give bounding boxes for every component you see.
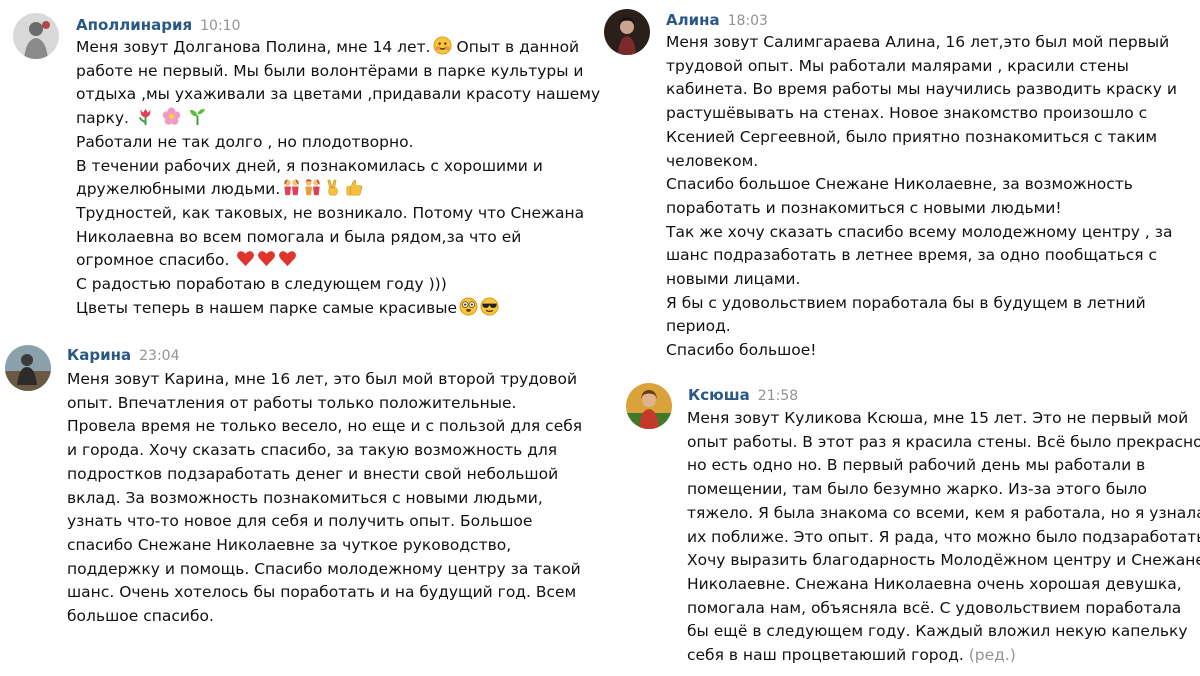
message-text: Меня зовут Карина, мне 16 лет, это был м…	[67, 368, 582, 629]
message-line: спасибо Снежане Николаевне за чуткое рук…	[67, 535, 512, 554]
message-line: помогала нам, объясняла всё. С удовольст…	[687, 598, 1182, 617]
message-line: Спасибо большое!	[666, 341, 817, 360]
message-line: но есть одно но. В первый рабочий день м…	[687, 456, 1146, 475]
message-line: Так же хочу сказать спасибо всему молоде…	[666, 222, 1173, 241]
victory-hand-emoji-icon	[324, 178, 343, 197]
message-line: трудовой опыт. Мы работали малярами , кр…	[666, 56, 1129, 75]
red-heart-emoji-icon	[278, 249, 297, 268]
message-line: Цветы теперь в нашем парке самые красивы…	[76, 297, 600, 321]
message-line: Николаевна во всем помогала и была рядом…	[76, 227, 522, 246]
message-line: Меня зовут Куликова Ксюша, мне 15 лет. Э…	[687, 409, 1189, 427]
message-line: огромное спасибо.	[76, 249, 600, 273]
seedling-emoji-icon	[188, 107, 207, 126]
message-line: большое спасибо.	[67, 607, 214, 626]
timestamp[interactable]: 18:03	[728, 13, 768, 29]
message-line: вклад. За возможность познакомиться с но…	[67, 488, 543, 507]
smiling-face-emoji-icon	[433, 36, 452, 55]
message-text: Меня зовут Салимгараева Алина, 16 лет,эт…	[666, 31, 1177, 363]
message-line: Меня зовут Салимгараева Алина, 16 лет,эт…	[666, 33, 1170, 51]
message-line: Спасибо большое Снежане Николаевне, за в…	[666, 175, 1133, 194]
author-name[interactable]: Алина	[666, 11, 720, 29]
message-line: поработать и познакомиться с новыми людь…	[666, 198, 1062, 217]
tulip-emoji-icon	[136, 107, 155, 126]
message-line: Трудностей, как таковых, не возникало. П…	[76, 203, 585, 222]
edited-label[interactable]: (ред.)	[969, 646, 1016, 664]
girls-holding-hands-emoji-icon	[282, 178, 301, 197]
message-line: новыми лицами.	[666, 270, 801, 289]
message-text: Меня зовут Долганова Полина, мне 14 лет.…	[76, 36, 600, 320]
message-line: их поближе. Это опыт. Я рада, что можно …	[687, 527, 1200, 546]
message-line: дружелюбными людьми.	[76, 178, 600, 202]
message-line: опыт. Впечатления от работы только полож…	[67, 393, 517, 412]
message-line: Хочу выразить благодарность Молодёжном ц…	[687, 551, 1200, 570]
avatar[interactable]	[5, 345, 51, 391]
timestamp[interactable]: 21:58	[758, 388, 798, 404]
blossom-emoji-icon	[162, 107, 181, 126]
timestamp[interactable]: 23:04	[139, 348, 179, 364]
message-line: опыт работы. В этот раз я красила стены.…	[687, 432, 1200, 451]
message-line: В течении рабочих дней, я познакомилась …	[76, 156, 543, 175]
red-heart-emoji-icon	[257, 249, 276, 268]
message-line: помещении, там было безумно жарко. Из-за…	[687, 480, 1147, 499]
couple-emoji-icon	[303, 178, 322, 197]
avatar[interactable]	[604, 9, 650, 55]
message-line: поддержку и помощь. Спасибо молодежному …	[67, 559, 581, 578]
message-line: парку.	[76, 107, 600, 131]
message-line: Я бы с удовольствием поработала бы в буд…	[666, 293, 1146, 312]
message-line: и города. Хочу сказать спасибо, за такую…	[67, 441, 558, 460]
message-line: человеком.	[666, 151, 759, 170]
message-line: С радостью поработаю в следующем году ))…	[76, 275, 447, 294]
avatar[interactable]	[626, 383, 672, 429]
message-line: тяжело. Я была знакома со всеми, кем я р…	[687, 503, 1200, 522]
message-line: узнать что-то новое для себя и получить …	[67, 512, 533, 531]
message-line: отдыха ,мы ухаживали за цветами ,придава…	[76, 85, 601, 104]
thumbs-up-emoji-icon	[345, 178, 364, 197]
avatar[interactable]	[13, 13, 59, 59]
message-line: себя в наш процветаюший город. (ред.)	[687, 646, 1016, 665]
author-name[interactable]: Аполлинария	[76, 16, 192, 34]
message-line: Работали не так долго , но плодотворно.	[76, 132, 414, 151]
message-line: кабинета. Во время работы мы научились р…	[666, 80, 1177, 99]
message-line: работе не первый. Мы были волонтёрами в …	[76, 61, 584, 80]
message-line: Ксенией Сергеевной, было приятно познако…	[666, 127, 1158, 146]
message-text: Меня зовут Куликова Ксюша, мне 15 лет. Э…	[687, 407, 1200, 668]
message-line: Николаевне. Снежана Николаевна очень хор…	[687, 574, 1182, 593]
message-line: Меня зовут Карина, мне 16 лет, это был м…	[67, 370, 578, 388]
dizzy-face-emoji-icon	[459, 297, 478, 316]
timestamp[interactable]: 10:10	[200, 18, 240, 34]
author-name[interactable]: Карина	[67, 346, 131, 364]
message-line: Меня зовут Долганова Полина, мне 14 лет.…	[76, 36, 580, 56]
message-line: шанс подразаботать в летнее время, за од…	[666, 246, 1158, 265]
message-line: период.	[666, 317, 731, 336]
message-line: подростков подзаработать денег и внести …	[67, 464, 559, 483]
author-name[interactable]: Ксюша	[688, 386, 750, 404]
message-line: шанс. Очень хотелось бы поработать и на …	[67, 583, 577, 602]
sunglasses-face-emoji-icon	[480, 297, 499, 316]
message-line: бы ещё в следующем году. Каждый вложил н…	[687, 622, 1188, 641]
message-line: растушёвывать на стенах. Новое знакомств…	[666, 104, 1148, 123]
message-line: Провела время не только весело, но еще и…	[67, 417, 583, 436]
red-heart-emoji-icon	[236, 249, 255, 268]
